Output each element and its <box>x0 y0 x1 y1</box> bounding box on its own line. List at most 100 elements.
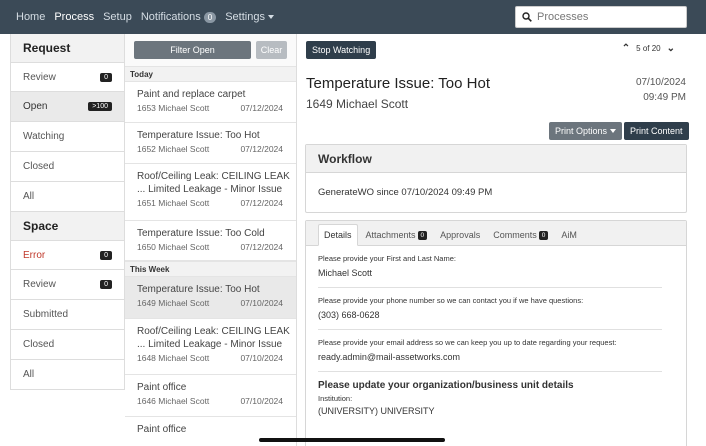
sidebar-item-label: Review <box>23 71 56 83</box>
list-item-date: 07/12/2024 <box>240 198 283 208</box>
list-item-title: Paint and replace carpet <box>137 89 246 100</box>
home-indicator <box>259 438 445 442</box>
count-badge: 0 <box>100 72 112 82</box>
list-item[interactable]: Paint and replace carpet 1653 Michael Sc… <box>125 82 296 123</box>
details-card: Details Attachments 0 Approvals Comments 0… <box>305 220 687 446</box>
sidebar-item-space-review[interactable]: Review 0 <box>10 270 125 300</box>
sidebar-item-request-all[interactable]: All <box>10 182 125 212</box>
list-item-title: Roof/Ceiling Leak: CEILING LEAK ... Limi… <box>137 171 290 195</box>
space-header: Space <box>10 212 125 240</box>
field-value: Michael Scott <box>318 268 662 288</box>
field-phone: Please provide your phone number so we c… <box>306 288 686 330</box>
print-options-button[interactable]: Print Options <box>549 122 623 140</box>
sidebar-item-space-submitted[interactable]: Submitted <box>10 300 125 330</box>
list-item-sub: 1652 Michael Scott <box>137 144 210 154</box>
request-date: 07/10/2024 <box>635 77 686 88</box>
sidebar-item-label: Closed <box>23 161 55 172</box>
list-item-date: 07/12/2024 <box>240 242 283 252</box>
filter-open-button[interactable]: Filter Open <box>134 41 251 59</box>
field-value: (UNIVERSITY) UNIVERSITY <box>318 406 435 416</box>
list-item-date: 07/12/2024 <box>240 144 283 154</box>
nav-notifications-label: Notifications <box>140 11 201 23</box>
field-label: Institution: <box>318 394 353 403</box>
list-item-title: Temperature Issue: Too Hot <box>137 130 260 141</box>
list-item-title: Paint office <box>137 382 187 393</box>
list-item[interactable]: Temperature Issue: Too Hot 1652 Michael … <box>125 123 296 164</box>
request-time: 09:49 PM <box>643 92 686 103</box>
list-item[interactable]: Roof/Ceiling Leak: CEILING LEAK ... Limi… <box>125 319 296 375</box>
list-item-sub: 1653 Michael Scott <box>137 103 210 113</box>
page-title: Temperature Issue: Too Hot <box>306 75 490 92</box>
nav-home[interactable]: Home <box>16 11 45 23</box>
detail-tabs: Details Attachments 0 Approvals Comments 0… <box>306 221 686 246</box>
caret-down-icon <box>610 129 617 133</box>
list-item-sub: 1651 Michael Scott <box>137 198 210 208</box>
chevron-up-icon[interactable]: ⌃ <box>622 43 630 54</box>
stop-watching-button[interactable]: Stop Watching <box>306 40 377 59</box>
print-options-label: Print Options <box>555 126 608 136</box>
sidebar-item-request-review[interactable]: Review 0 <box>10 62 125 92</box>
tab-aim[interactable]: AiM <box>556 225 582 245</box>
sidebar-item-label: Open <box>23 101 48 112</box>
list-item-date: 07/10/2024 <box>240 353 283 363</box>
tab-approvals[interactable]: Approvals <box>435 225 485 245</box>
page-subtitle: 1649 Michael Scott <box>306 97 409 111</box>
count-badge: >100 <box>88 102 112 111</box>
field-label: Please provide your First and Last Name: <box>318 254 456 263</box>
group-header-today: Today <box>125 66 296 82</box>
list-item-title: Temperature Issue: Too Cold <box>137 228 265 239</box>
sidebar-item-label: All <box>23 369 35 380</box>
list-item-selected[interactable]: Temperature Issue: Too Hot 1649 Michael … <box>125 277 296 319</box>
list-item-title: Roof/Ceiling Leak: CEILING LEAK ... Limi… <box>137 326 290 350</box>
list-toolbar: Filter Open Clear <box>125 34 296 66</box>
list-item-date: 07/12/2024 <box>240 103 283 113</box>
list-item-date: 07/10/2024 <box>240 396 283 406</box>
nav-setup-label: Setup <box>103 11 132 23</box>
sidebar-item-space-error[interactable]: Error 0 <box>10 240 125 270</box>
search-icon <box>522 12 532 22</box>
sidebar-item-label: Watching <box>23 131 65 142</box>
chevron-down-icon[interactable]: ⌄ <box>667 43 675 54</box>
nav-settings[interactable]: Settings <box>225 11 274 23</box>
tab-details[interactable]: Details <box>318 224 358 246</box>
clear-button[interactable]: Clear <box>256 41 287 59</box>
list-item-sub: 1650 Michael Scott <box>137 242 210 252</box>
tab-attachments[interactable]: Attachments 0 <box>361 225 433 245</box>
sidebar-item-request-closed[interactable]: Closed <box>10 152 125 182</box>
sidebar-item-label: Review <box>23 279 56 290</box>
sidebar-item-label: Submitted <box>23 309 69 320</box>
count-badge: 0 <box>100 280 112 289</box>
list-item[interactable]: Paint office 1646 Michael Scott 07/10/202… <box>125 375 296 417</box>
tab-label: Comments <box>493 230 537 240</box>
list-item-sub: 1648 Michael Scott <box>137 353 210 363</box>
sidebar-item-space-closed[interactable]: Closed <box>10 330 125 360</box>
list-item-sub: 1649 Michael Scott <box>137 298 210 308</box>
field-label: Please provide your phone number so we c… <box>318 296 584 305</box>
nav-process[interactable]: Process <box>54 11 94 23</box>
list-item[interactable]: Temperature Issue: Too Cold 1650 Michael… <box>125 221 296 261</box>
search-input[interactable] <box>537 11 677 23</box>
field-institution: Institution: (UNIVERSITY) UNIVERSITY <box>306 391 686 425</box>
list-item-title: Paint office <box>137 424 187 435</box>
request-list: Filter Open Clear Today Paint and replac… <box>125 34 297 446</box>
nav-setup[interactable]: Setup <box>103 11 132 23</box>
sidebar-item-request-open[interactable]: Open >100 <box>10 92 125 122</box>
field-email: Please provide your email address so we … <box>306 330 686 372</box>
tab-label: Attachments <box>365 230 416 240</box>
list-item[interactable]: Roof/Ceiling Leak: CEILING LEAK ... Limi… <box>125 164 296 221</box>
sidebar-item-space-all[interactable]: All <box>10 360 125 390</box>
list-item-title: Temperature Issue: Too Hot <box>137 284 260 295</box>
tab-count: 0 <box>417 230 428 240</box>
tab-comments[interactable]: Comments 0 <box>488 225 553 245</box>
search-box[interactable] <box>515 6 687 28</box>
nav-notifications[interactable]: Notifications 0 <box>140 11 217 23</box>
workflow-text: GenerateWO since 07/10/2024 09:49 PM <box>318 187 493 198</box>
sidebar-item-request-watching[interactable]: Watching <box>10 122 125 152</box>
workflow-header: Workflow <box>306 145 686 173</box>
caret-down-icon <box>267 15 274 19</box>
tab-count: 0 <box>538 230 549 240</box>
field-value: ready.admin@mail-assetworks.com <box>318 352 662 372</box>
field-value: (303) 668-0628 <box>318 310 662 330</box>
section-title: Please update your organization/business… <box>318 380 574 391</box>
print-content-button[interactable]: Print Content <box>624 122 689 140</box>
